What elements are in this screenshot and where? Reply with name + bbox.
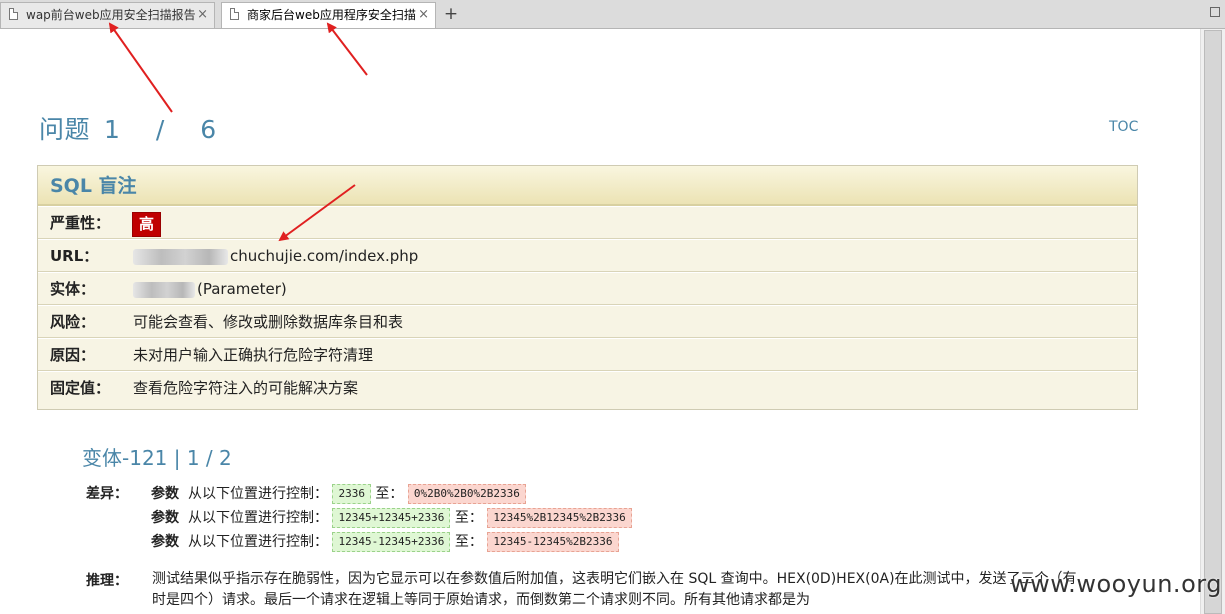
arrow-to-tab-2	[326, 22, 368, 76]
arrow-to-url	[278, 184, 356, 242]
arrow-to-tab-1	[108, 22, 173, 113]
annotation-arrows	[108, 22, 368, 242]
